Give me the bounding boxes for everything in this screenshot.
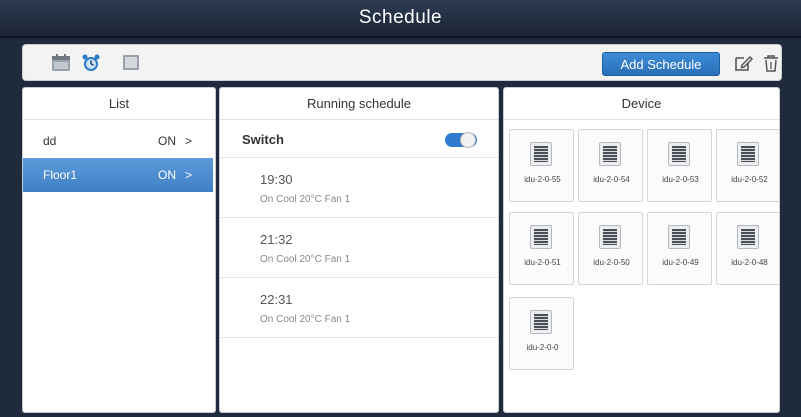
schedule-description: On Cool 20°C Fan 1	[260, 194, 351, 205]
list-item-status: ON	[158, 134, 176, 148]
indoor-unit-icon	[599, 225, 621, 249]
add-schedule-button[interactable]: Add Schedule	[602, 52, 720, 76]
indoor-unit-icon	[599, 142, 621, 166]
device-label: idu-2-0-54	[593, 175, 630, 184]
schedule-entry[interactable]: 21:32 On Cool 20°C Fan 1	[220, 219, 498, 278]
switch-row: Switch	[220, 121, 498, 158]
list-header: List	[23, 88, 215, 120]
toolbar: Add Schedule	[22, 44, 782, 81]
device-label: idu-2-0-53	[662, 175, 699, 184]
schedule-description: On Cool 20°C Fan 1	[260, 254, 351, 265]
list-item-status: ON	[158, 168, 176, 182]
device-tile[interactable]: idu-2-0-54	[578, 129, 643, 202]
device-panel: Device idu-2-0-55 idu-2-0-54 idu-2-0-53 …	[503, 87, 780, 413]
device-header: Device	[504, 88, 779, 120]
device-label: idu-2-0-55	[524, 175, 561, 184]
edit-icon[interactable]	[734, 54, 754, 72]
device-label: idu-2-0-48	[731, 258, 768, 267]
device-label: idu-2-0-0	[526, 343, 559, 352]
running-schedule-header: Running schedule	[220, 88, 498, 120]
device-label: idu-2-0-50	[593, 258, 630, 267]
device-tile[interactable]: idu-2-0-52	[716, 129, 779, 202]
schedule-time: 21:32	[260, 232, 293, 247]
device-tile[interactable]: idu-2-0-0	[509, 297, 574, 370]
list-item-name: dd	[43, 134, 57, 148]
list-item-dd[interactable]: dd ON >	[23, 124, 213, 158]
device-label: idu-2-0-51	[524, 258, 561, 267]
trash-icon[interactable]	[761, 54, 781, 72]
title-bar: Schedule	[0, 0, 801, 38]
indoor-unit-icon	[530, 310, 552, 334]
list-item-floor1[interactable]: Floor1 ON >	[23, 158, 213, 192]
device-tile[interactable]: idu-2-0-53	[647, 129, 712, 202]
list-panel: List dd ON > Floor1 ON >	[22, 87, 216, 413]
page-title: Schedule	[358, 7, 443, 28]
chevron-right-icon: >	[185, 134, 193, 148]
schedule-time: 19:30	[260, 172, 293, 187]
running-schedule-panel: Running schedule Switch 19:30 On Cool 20…	[219, 87, 499, 413]
indoor-unit-icon	[668, 225, 690, 249]
list-item-name: Floor1	[43, 168, 78, 182]
device-tile[interactable]: idu-2-0-48	[716, 212, 779, 285]
schedule-time: 22:31	[260, 292, 293, 307]
device-tile[interactable]: idu-2-0-51	[509, 212, 574, 285]
alarm-clock-icon[interactable]	[81, 54, 101, 72]
switch-label: Switch	[242, 132, 284, 147]
list-view-icon[interactable]	[121, 54, 141, 72]
schedule-entry[interactable]: 22:31 On Cool 20°C Fan 1	[220, 279, 498, 338]
device-label: idu-2-0-49	[662, 258, 699, 267]
device-tile[interactable]: idu-2-0-50	[578, 212, 643, 285]
indoor-unit-icon	[530, 225, 552, 249]
device-tile[interactable]: idu-2-0-55	[509, 129, 574, 202]
indoor-unit-icon	[737, 142, 759, 166]
calendar-icon[interactable]	[51, 54, 71, 72]
schedule-switch-toggle[interactable]	[445, 132, 477, 148]
device-tile[interactable]: idu-2-0-49	[647, 212, 712, 285]
schedule-description: On Cool 20°C Fan 1	[260, 314, 351, 325]
indoor-unit-icon	[530, 142, 552, 166]
indoor-unit-icon	[737, 225, 759, 249]
indoor-unit-icon	[668, 142, 690, 166]
device-label: idu-2-0-52	[731, 175, 768, 184]
chevron-right-icon: >	[185, 168, 193, 182]
schedule-entry[interactable]: 19:30 On Cool 20°C Fan 1	[220, 159, 498, 218]
